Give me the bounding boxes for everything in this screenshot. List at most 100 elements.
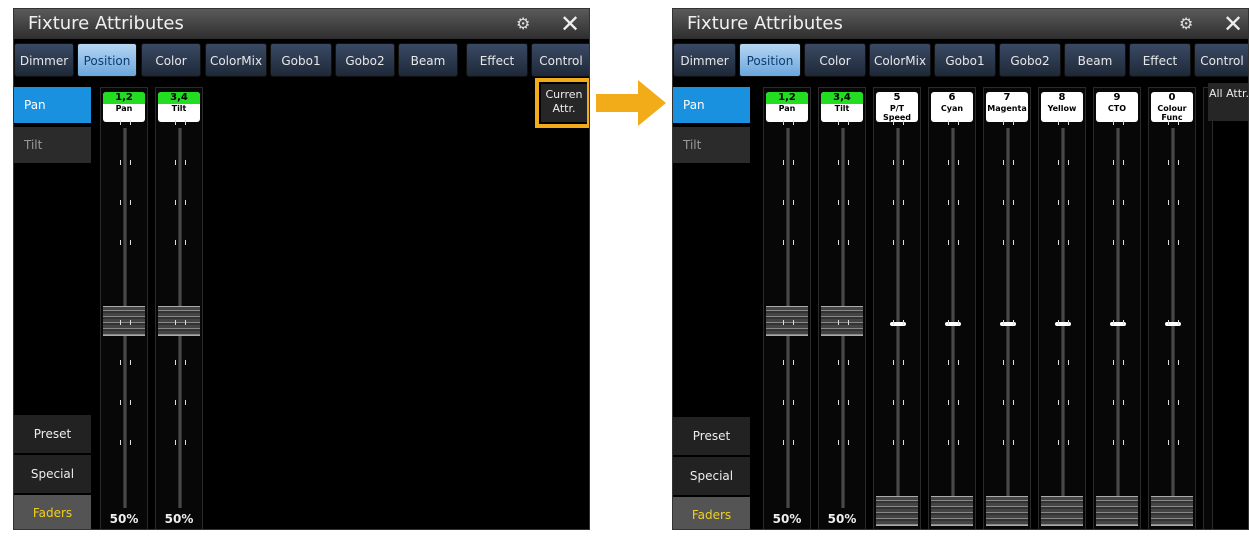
fader-tick bbox=[120, 440, 121, 445]
fader-tick bbox=[120, 240, 121, 245]
fader-knob[interactable] bbox=[821, 306, 863, 336]
fader-tick bbox=[175, 240, 176, 245]
fader-tick bbox=[130, 400, 131, 405]
fader-tick bbox=[848, 160, 849, 165]
fader-knob[interactable] bbox=[931, 496, 973, 526]
fader-knob[interactable] bbox=[876, 496, 918, 526]
fader-tick bbox=[838, 240, 839, 245]
fader-tick bbox=[793, 160, 794, 165]
fader-pan[interactable]: 1,2 Pan 50% bbox=[100, 87, 148, 529]
fader-value: 50% bbox=[772, 512, 802, 526]
fader-knob[interactable] bbox=[1096, 496, 1138, 526]
fader-pt-speed[interactable]: 5 P/T Speed bbox=[873, 87, 921, 529]
fader-cyan[interactable]: 6 Cyan bbox=[928, 87, 976, 529]
close-icon[interactable]: ✕ bbox=[1223, 9, 1243, 39]
fader-pan[interactable]: 1,2 Pan 50% bbox=[763, 87, 811, 529]
fader-tick bbox=[893, 320, 894, 325]
sidebar-item-tilt[interactable]: Tilt bbox=[673, 127, 750, 163]
sidebar-item-preset[interactable]: Preset bbox=[673, 417, 750, 455]
fader-tilt[interactable]: 3,4 Tilt 50% bbox=[155, 87, 203, 529]
fader-tick bbox=[120, 360, 121, 365]
fader-tilt[interactable]: 3,4 Tilt 50% bbox=[818, 87, 866, 529]
sidebar-item-preset[interactable]: Preset bbox=[14, 415, 91, 453]
fader-label: Tilt bbox=[834, 104, 850, 113]
fader-tick bbox=[1068, 240, 1069, 245]
fader-channel-number: 0 bbox=[1168, 92, 1176, 103]
window-titlebar: Fixture Attributes ⚙ ✕ bbox=[673, 9, 1248, 39]
close-icon[interactable]: ✕ bbox=[560, 9, 580, 39]
fader-tick bbox=[1123, 120, 1124, 125]
fader-tick bbox=[1068, 400, 1069, 405]
tab-gobo1[interactable]: Gobo1 bbox=[934, 43, 996, 77]
fader-tick bbox=[903, 400, 904, 405]
tab-color[interactable]: Color bbox=[141, 43, 201, 77]
attribute-tabs: Dimmer Position Color ColorMix Gobo1 Gob… bbox=[673, 43, 1248, 79]
sidebar-item-faders[interactable]: Faders bbox=[673, 497, 750, 529]
tab-colormix[interactable]: ColorMix bbox=[869, 43, 931, 77]
fader-tick bbox=[130, 200, 131, 205]
tab-control[interactable]: Control bbox=[531, 43, 589, 77]
tab-effect[interactable]: Effect bbox=[466, 43, 528, 77]
fader-knob[interactable] bbox=[986, 496, 1028, 526]
fader-tick bbox=[783, 160, 784, 165]
fader-channel-number: 3,4 bbox=[158, 92, 200, 104]
fader-colour-func[interactable]: 0 Colour Func bbox=[1148, 87, 1196, 529]
fader-knob[interactable] bbox=[1041, 496, 1083, 526]
fader-tick bbox=[793, 120, 794, 125]
fader-knob[interactable] bbox=[1151, 496, 1193, 526]
fader-yellow[interactable]: 8 Yellow bbox=[1038, 87, 1086, 529]
gear-icon[interactable]: ⚙ bbox=[1179, 9, 1193, 39]
fader-tick bbox=[1013, 360, 1014, 365]
fader-tick bbox=[130, 160, 131, 165]
fader-tick bbox=[185, 400, 186, 405]
tab-gobo1[interactable]: Gobo1 bbox=[270, 43, 332, 77]
fader-tick bbox=[1013, 400, 1014, 405]
tab-beam[interactable]: Beam bbox=[1064, 43, 1126, 77]
fader-tick bbox=[120, 160, 121, 165]
fader-cto[interactable]: 9 CTO bbox=[1093, 87, 1141, 529]
fader-tick bbox=[1013, 240, 1014, 245]
sidebar-item-pan[interactable]: Pan bbox=[14, 87, 91, 123]
tab-effect[interactable]: Effect bbox=[1129, 43, 1191, 77]
fader-header: 3,4 Tilt bbox=[158, 92, 200, 122]
window-title: Fixture Attributes bbox=[28, 13, 184, 34]
fader-tick bbox=[175, 120, 176, 125]
tab-color[interactable]: Color bbox=[804, 43, 866, 77]
sidebar-item-tilt[interactable]: Tilt bbox=[14, 127, 91, 163]
tab-dimmer[interactable]: Dimmer bbox=[673, 43, 736, 77]
fader-channel-number: 9 bbox=[1113, 92, 1121, 103]
fader-tick bbox=[1168, 240, 1169, 245]
tab-gobo2[interactable]: Gobo2 bbox=[999, 43, 1061, 77]
tab-dimmer[interactable]: Dimmer bbox=[14, 43, 74, 77]
tab-control[interactable]: Control bbox=[1194, 43, 1248, 77]
gear-icon[interactable]: ⚙ bbox=[516, 9, 530, 39]
sidebar-item-faders[interactable]: Faders bbox=[14, 495, 91, 529]
arrow-right-icon bbox=[596, 80, 666, 126]
fader-knob[interactable] bbox=[103, 306, 145, 336]
fader-tick bbox=[838, 400, 839, 405]
fader-label: Tilt bbox=[171, 104, 187, 113]
fader-tick bbox=[848, 200, 849, 205]
tab-gobo2[interactable]: Gobo2 bbox=[335, 43, 395, 77]
sidebar-item-special[interactable]: Special bbox=[673, 457, 750, 495]
sidebar-item-special[interactable]: Special bbox=[14, 455, 91, 493]
tab-position[interactable]: Position bbox=[739, 43, 801, 77]
tab-beam[interactable]: Beam bbox=[398, 43, 458, 77]
fader-knob[interactable] bbox=[158, 306, 200, 336]
tab-position[interactable]: Position bbox=[77, 43, 137, 77]
fader-tick bbox=[1003, 120, 1004, 125]
fader-tick bbox=[838, 120, 839, 125]
fader-tick bbox=[120, 400, 121, 405]
fader-track bbox=[1061, 128, 1065, 508]
fader-magenta[interactable]: 7 Magenta bbox=[983, 87, 1031, 529]
fader-tick bbox=[1113, 120, 1114, 125]
fader-partial[interactable] bbox=[1203, 87, 1213, 529]
fader-tick bbox=[175, 440, 176, 445]
all-attributes-button[interactable]: All Attr. bbox=[1208, 83, 1248, 121]
fader-knob[interactable] bbox=[766, 306, 808, 336]
fader-header: 7 Magenta bbox=[986, 92, 1028, 122]
tab-colormix[interactable]: ColorMix bbox=[205, 43, 267, 77]
fader-tick bbox=[130, 320, 131, 325]
sidebar-item-pan[interactable]: Pan bbox=[673, 87, 750, 123]
fader-tick bbox=[1178, 440, 1179, 445]
